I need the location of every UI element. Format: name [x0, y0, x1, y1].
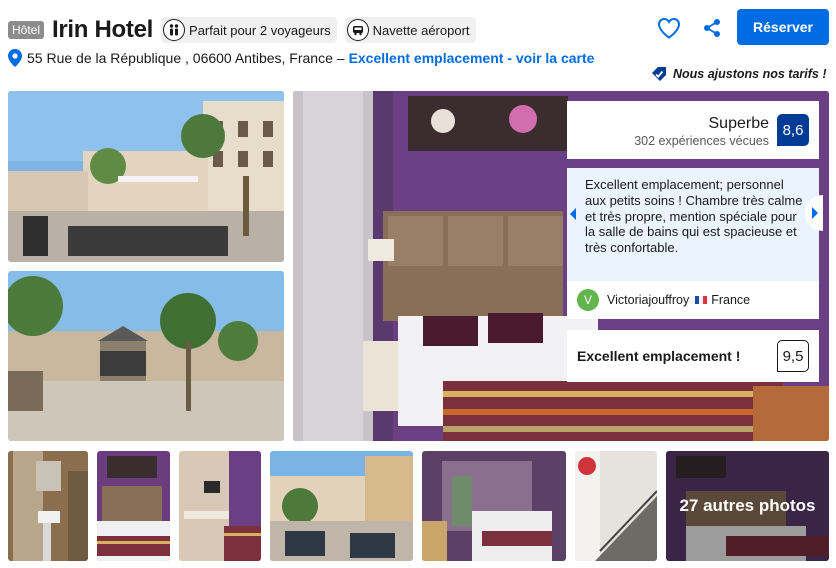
- score-badge: 8,6: [777, 114, 809, 146]
- property-type-badge: Hôtel: [8, 21, 45, 39]
- reviewer-strip: V Victoriajouffroy France: [567, 281, 819, 319]
- more-photos-label: 27 autres photos: [679, 496, 816, 515]
- photo-street[interactable]: [8, 91, 284, 262]
- price-tag-check-icon: [652, 67, 666, 81]
- price-match[interactable]: Nous ajustons nos tarifs !: [651, 66, 827, 82]
- location-map-link[interactable]: Excellent emplacement - voir la carte: [349, 50, 595, 66]
- thumbnail-bathroom-image: [8, 451, 88, 561]
- thumbnail-more-photos[interactable]: 27 autres photos: [666, 451, 829, 561]
- location-score-badge: 9,5: [777, 340, 809, 372]
- photo-square-image: [8, 271, 284, 441]
- reviewer-name: Victoriajouffroy: [607, 293, 690, 307]
- france-flag-icon: [695, 296, 708, 304]
- price-match-label: Nous ajustons nos tarifs !: [673, 67, 827, 81]
- thumbnail-stairs-image: [575, 451, 657, 561]
- thumbnail-room-desk-image: [179, 451, 261, 561]
- chevron-right-icon: [812, 207, 818, 219]
- thumbnail-stairs[interactable]: [575, 451, 657, 561]
- reviewer-country: France: [711, 293, 751, 307]
- facility-label: Parfait pour 2 voyageurs: [189, 22, 331, 38]
- reviewer-avatar: V: [577, 289, 599, 311]
- hotel-name: Irin Hotel: [52, 16, 154, 43]
- thumbnail-bed-1[interactable]: [97, 451, 170, 561]
- couple-icon: [163, 19, 186, 41]
- heart-icon[interactable]: [657, 17, 681, 39]
- thumbnail-terrace[interactable]: [270, 451, 413, 561]
- thumbnail-terrace-image: [270, 451, 413, 561]
- thumbnail-bed-1-image: [97, 451, 170, 561]
- facility-shuttle: Navette aéroport: [344, 17, 476, 43]
- more-photos-overlay: 27 autres photos: [666, 451, 829, 561]
- title-row: Hôtel Irin Hotel Parfait pour 2 voyageur…: [8, 16, 476, 44]
- share-icon[interactable]: [703, 18, 721, 38]
- photo-street-image: [8, 91, 284, 262]
- thumbnail-room-desk[interactable]: [179, 451, 261, 561]
- review-score-panel[interactable]: Superbe 302 expériences vécues 8,6: [567, 101, 819, 159]
- thumbnail-room-wide[interactable]: [422, 451, 566, 561]
- previous-review-icon[interactable]: [570, 208, 576, 220]
- location-label: Excellent emplacement !: [577, 348, 741, 364]
- photo-square[interactable]: [8, 271, 284, 441]
- review-count: 302 expériences vécues: [634, 134, 769, 148]
- facility-couple: Parfait pour 2 voyageurs: [161, 17, 337, 43]
- thumbnail-bathroom[interactable]: [8, 451, 88, 561]
- shuttle-icon: [346, 19, 369, 41]
- score-word: Superbe: [708, 115, 770, 132]
- thumbnail-room-wide-image: [422, 451, 566, 561]
- reserve-button[interactable]: Réserver: [737, 9, 829, 45]
- hotel-header: Hôtel Irin Hotel Parfait pour 2 voyageur…: [0, 0, 836, 90]
- next-review-button[interactable]: [805, 195, 823, 231]
- address-text: 55 Rue de la République , 06600 Antibes,…: [27, 50, 345, 66]
- location-score-panel[interactable]: Excellent emplacement ! 9,5: [567, 330, 819, 382]
- facility-label: Navette aéroport: [372, 22, 470, 38]
- map-pin-icon: [8, 49, 22, 67]
- review-text: Excellent emplacement; personnel aux pet…: [585, 177, 803, 256]
- reviewer-info: Victoriajouffroy France: [607, 293, 750, 307]
- address-row: 55 Rue de la République , 06600 Antibes,…: [8, 49, 594, 67]
- review-quote-panel: Excellent emplacement; personnel aux pet…: [567, 168, 823, 319]
